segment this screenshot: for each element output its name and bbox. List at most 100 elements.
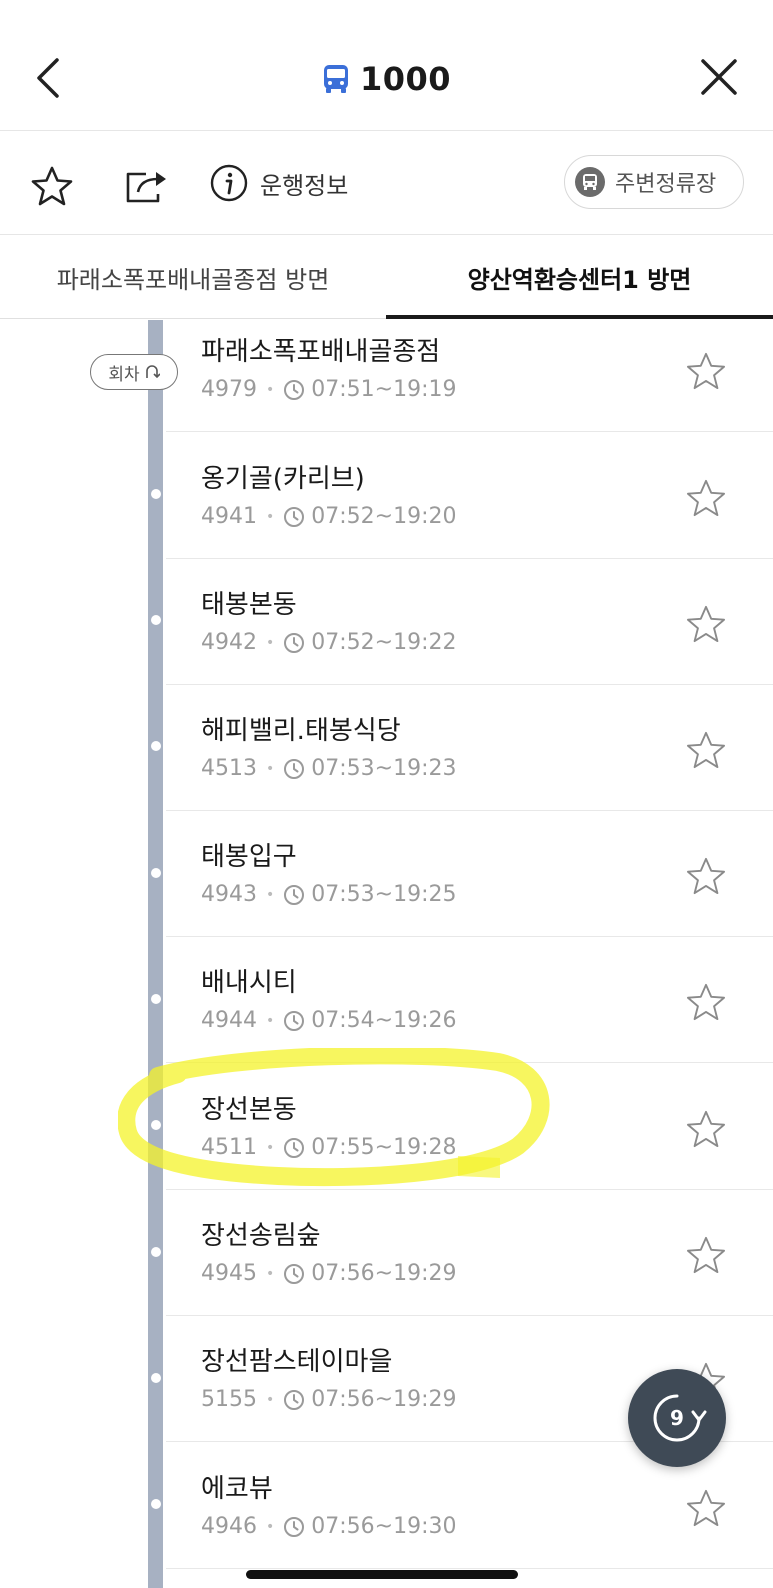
stop-row[interactable]: 배내시티 4944 • 07:54~19:26: [166, 936, 773, 1063]
stop-dot: [151, 489, 161, 499]
stop-meta: 4942 • 07:52~19:22: [201, 630, 457, 655]
stop-hours: 07:52~19:22: [311, 630, 457, 655]
stop-dot: [151, 615, 161, 625]
favorite-route-button[interactable]: [30, 164, 74, 208]
stop-dot: [151, 994, 161, 1004]
separator-dot: •: [266, 508, 275, 525]
stop-hours: 07:53~19:23: [311, 756, 457, 781]
separator-dot: •: [266, 381, 275, 398]
stop-hours: 07:53~19:25: [311, 882, 457, 907]
stop-name: 옹기골(카리브): [201, 464, 365, 494]
separator-dot: •: [266, 1012, 275, 1029]
clock-icon: [284, 1137, 305, 1158]
close-icon: [701, 59, 737, 95]
route-info-button[interactable]: 운행정보: [210, 161, 348, 205]
stop-dot: [151, 868, 161, 878]
star-outline-icon: [686, 479, 725, 517]
bus-icon: [322, 64, 350, 94]
star-outline-icon: [686, 605, 725, 643]
star-outline-icon: [686, 857, 725, 895]
favorite-stop-button[interactable]: [684, 1107, 728, 1151]
stop-hours: 07:51~19:19: [311, 377, 457, 402]
clock-icon: [284, 632, 305, 653]
stop-row[interactable]: 해피밸리.태봉식당 4513 • 07:53~19:23: [166, 684, 773, 811]
info-icon: [210, 164, 248, 202]
separator-dot: •: [266, 1139, 275, 1156]
stop-id: 4943: [201, 882, 257, 907]
stop-name: 태봉본동: [201, 590, 297, 620]
stop-meta: 5155 • 07:56~19:29: [201, 1387, 457, 1412]
stop-name: 에코뷰: [201, 1474, 273, 1504]
stop-meta: 4941 • 07:52~19:20: [201, 504, 457, 529]
turnaround-label: 회차: [108, 364, 140, 385]
stop-hours: 07:55~19:28: [311, 1135, 457, 1160]
stop-meta: 4943 • 07:53~19:25: [201, 882, 457, 907]
stop-row[interactable]: 태봉입구 4943 • 07:53~19:25: [166, 810, 773, 937]
favorite-stop-button[interactable]: [684, 476, 728, 520]
stop-id: 4979: [201, 377, 257, 402]
clock-icon: [284, 1010, 305, 1031]
clock-icon: [284, 1263, 305, 1284]
stop-row[interactable]: 옹기골(카리브) 4941 • 07:52~19:20: [166, 432, 773, 559]
action-toolbar: 운행정보 주변정류장: [0, 131, 773, 235]
stop-meta: 4944 • 07:54~19:26: [201, 1008, 457, 1033]
stop-name: 장선팜스테이마을: [201, 1347, 393, 1377]
route-line: [148, 320, 163, 1588]
favorite-stop-button[interactable]: [684, 602, 728, 646]
stop-row[interactable]: 태봉본동 4942 • 07:52~19:22: [166, 558, 773, 685]
separator-dot: •: [266, 760, 275, 777]
favorite-stop-button[interactable]: [684, 349, 728, 393]
stop-id: 4945: [201, 1261, 257, 1286]
stop-id: 5155: [201, 1387, 257, 1412]
favorite-stop-button[interactable]: [684, 980, 728, 1024]
star-outline-icon: [686, 983, 725, 1021]
separator-dot: •: [266, 1391, 275, 1408]
header-bar: 1000: [0, 0, 773, 131]
stop-name: 배내시티: [201, 968, 297, 998]
route-number: 1000: [359, 60, 452, 98]
star-outline-icon: [686, 1489, 725, 1527]
stop-row[interactable]: 파래소폭포배내골종점 4979 • 07:51~19:19: [166, 305, 773, 432]
stop-name: 장선본동: [201, 1095, 297, 1125]
star-outline-icon: [686, 1110, 725, 1148]
refresh-button[interactable]: 9: [628, 1369, 726, 1467]
stop-hours: 07:54~19:26: [311, 1008, 457, 1033]
separator-dot: •: [266, 886, 275, 903]
close-button[interactable]: [694, 52, 744, 102]
stop-meta: 4511 • 07:55~19:28: [201, 1135, 457, 1160]
route-info-label: 운행정보: [260, 171, 349, 200]
clock-icon: [284, 758, 305, 779]
stop-dot: [151, 1499, 161, 1509]
stop-dot: [151, 741, 161, 751]
stop-meta: 4979 • 07:51~19:19: [201, 377, 457, 402]
stop-id: 4511: [201, 1135, 257, 1160]
favorite-stop-button[interactable]: [684, 1233, 728, 1277]
stop-meta: 4946 • 07:56~19:30: [201, 1514, 457, 1539]
separator-dot: •: [266, 1265, 275, 1282]
stop-id: 4944: [201, 1008, 257, 1033]
stop-row[interactable]: 장선본동 4511 • 07:55~19:28: [166, 1063, 773, 1190]
u-turn-icon: [145, 365, 160, 379]
refresh-countdown: 9: [670, 1406, 684, 1430]
stop-hours: 07:56~19:30: [311, 1514, 457, 1539]
stop-id: 4941: [201, 504, 257, 529]
star-outline-icon: [686, 1236, 725, 1274]
clock-icon: [284, 884, 305, 905]
stop-name: 태봉입구: [201, 842, 297, 872]
star-outline-icon: [686, 352, 725, 390]
stop-hours: 07:52~19:20: [311, 504, 457, 529]
favorite-stop-button[interactable]: [684, 1486, 728, 1530]
stop-dot: [151, 1247, 161, 1257]
clock-icon: [284, 379, 305, 400]
nearby-stops-button[interactable]: 주변정류장: [564, 155, 744, 209]
clock-icon: [284, 1516, 305, 1537]
stop-meta: 4945 • 07:56~19:29: [201, 1261, 457, 1286]
favorite-stop-button[interactable]: [684, 854, 728, 898]
stop-row[interactable]: 장선송림숲 4945 • 07:56~19:29: [166, 1189, 773, 1316]
stop-name: 장선송림숲: [201, 1221, 321, 1251]
clock-icon: [284, 506, 305, 527]
share-button[interactable]: [122, 164, 170, 208]
favorite-stop-button[interactable]: [684, 728, 728, 772]
separator-dot: •: [266, 634, 275, 651]
stop-meta: 4513 • 07:53~19:23: [201, 756, 457, 781]
